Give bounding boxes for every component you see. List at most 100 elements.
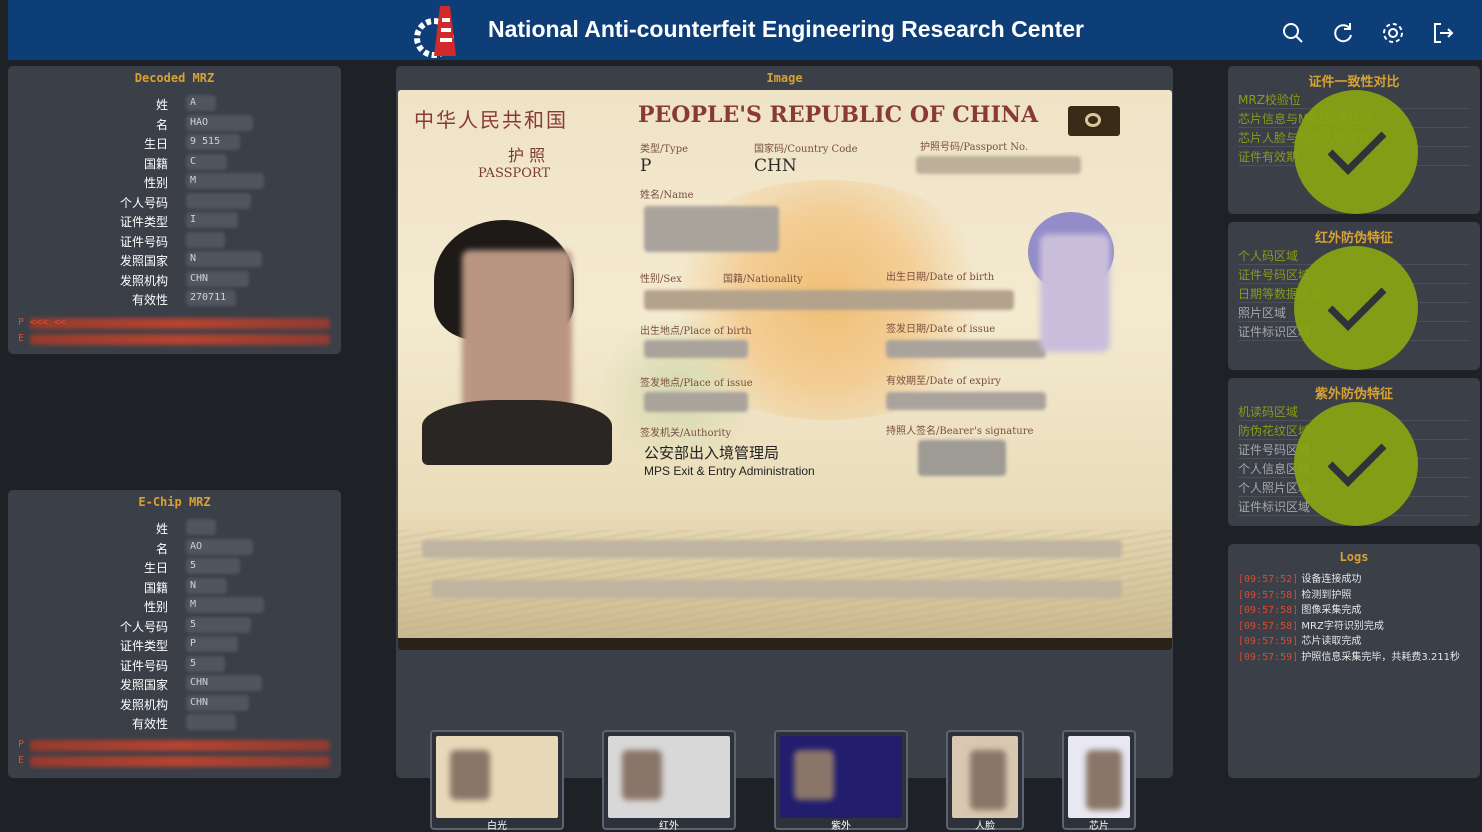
field-row: 发照机构 CHN [8,694,338,713]
field-label: 证件类型 [119,639,168,653]
log-entry: [09:57:58] 图像采集完成 [1238,603,1474,619]
field-value: 9 515 [190,136,221,147]
logo-icon [414,6,456,58]
log-message: 护照信息采集完毕，共耗费3.211秒 [1301,651,1461,663]
field-value: CHN [190,696,209,708]
thumbnail-label: 白光 [487,821,507,832]
field-row: 证件号码 [8,231,338,250]
log-time: [09:57:58] [1238,620,1299,632]
authority-cn: 公安部出入境管理局 [644,444,780,462]
thumbnail[interactable]: 人脸 [946,730,1024,832]
mrz-line-2: E [18,333,25,344]
field-label: 发照机构 [119,273,168,288]
field-row: 证件号码 5 [8,655,338,674]
thumbnail-label: 芯片 [1089,821,1109,832]
log-message: MRZ字符识别完成 [1301,620,1384,632]
logs-panel: Logs [09:57:52] 设备连接成功 [09:57:58] 检测到护照 [0… [1228,544,1480,778]
doi-label: 签发日期/Date of issue [886,324,996,335]
panel-title: Decoded MRZ [134,71,215,85]
field-label: 个人号码 [119,619,168,634]
name-label: 姓名/Name [640,190,694,201]
field-row: 发照国家 CHN [8,674,338,693]
thumbnail[interactable]: 紫外 [774,730,908,832]
thumbnail[interactable]: 红外 [602,730,736,832]
logout-icon[interactable] [1430,20,1456,46]
field-label: 性别 [143,176,168,190]
field-value: CHN [190,677,209,688]
ghost-photo [1024,212,1120,352]
log-time: [09:57:52] [1238,574,1299,585]
field-row: 国籍 N [8,577,338,596]
type-value: P [640,156,652,176]
log-entry: [09:57:59] 芯片读取完成 [1238,634,1474,650]
refresh-icon[interactable] [1330,20,1356,46]
panel-title: 证件一致性对比 [1308,75,1400,90]
thumbnail-label: 紫外 [831,821,851,832]
authority-label: 签发机关/Authority [640,428,732,439]
field-label: 名 [155,117,168,132]
log-message: 设备连接成功 [1301,574,1362,585]
doe-label: 有效期至/Date of expiry [886,376,1001,387]
field-row: 国籍 C [8,153,338,172]
mrz-line-1: P <<< << [18,317,67,328]
pob-label: 出生地点/Place of birth [640,326,752,337]
image-panel: Image 中华人民共和国 PEOPLE'S REPUBLIC OF CHINA… [396,66,1173,832]
thumbnail[interactable]: 白光 [430,730,564,832]
mrz-line-1: P [18,739,25,750]
field-label: 发照机构 [119,697,168,712]
app-header: National Anti-counterfeit Engineering Re… [8,0,1482,60]
field-value: N [190,253,197,264]
app-title: National Anti-counterfeit Engineering Re… [488,16,1084,42]
field-label: 个人号码 [119,195,168,210]
field-row: 证件类型 I [8,211,338,230]
field-row: 名 HAO [8,114,338,133]
field-label: 生日 [143,561,168,575]
chip-icon [1068,106,1120,136]
echip-mrz-panel: E-Chip MRZ 姓名 AO 生日 5 国籍 N 性别 M 个人号码 5 证件类型 P 证件号码 5 发… [8,490,341,778]
field-row: 姓 [8,518,338,537]
field-value: A [190,97,197,108]
field-value: 5 [190,560,197,571]
field-row: 性别 M [8,596,338,615]
thumbnail-label: 红外 [659,821,679,832]
panel-title: Logs [1339,550,1369,564]
field-value: N [190,579,197,591]
field-row: 性别 M [8,172,338,191]
consistency-panel: 证件一致性对比 MRZ校验位芯片信息与MRZ信息比对芯片人脸与照片人脸比对证件有… [1228,66,1480,214]
ir-panel: 红外防伪特征 个人码区域 证件号码区域 日期等数据区域 照片区域 证件标识区域 [1228,222,1480,370]
thumbnail[interactable]: 芯片 [1062,730,1136,832]
field-value: C [190,155,197,167]
doc-title-en: PASSPORT [478,166,551,181]
authority-en: MPS Exit & Entry Administration [644,464,815,478]
field-label: 名 [155,541,168,556]
passport-en-title: PEOPLE'S REPUBLIC OF CHINA [638,102,1039,128]
field-row: 个人号码 5 [8,616,338,635]
settings-icon[interactable] [1380,20,1406,46]
decoded-mrz-panel: Decoded MRZ 姓 A 名 HAO 生日 9 515 国籍 C 性别 M 个人号码 证件类型 I… [8,66,341,354]
passport-image[interactable]: 中华人民共和国 PEOPLE'S REPUBLIC OF CHINA 护 照 P… [398,90,1172,650]
field-label: 证件号码 [119,234,168,249]
country-code-label: 国家码/Country Code [754,144,858,155]
holder-photo [422,220,612,465]
pass-check-icon [1294,246,1418,370]
log-time: [09:57:59] [1238,636,1299,647]
field-label: 性别 [143,600,168,614]
field-row: 有效性 [8,713,338,732]
field-label: 证件号码 [119,658,168,673]
field-row: 个人号码 [8,192,338,211]
field-value: I [190,214,197,225]
field-label: 生日 [143,137,168,151]
uv-panel: 紫外防伪特征 机读码区域 防伪花纹区域 证件号码区域 个人信息区域 个人照片区域 证件标识… [1228,378,1480,526]
field-value: M [190,175,197,186]
search-icon[interactable] [1280,20,1306,46]
mrz-line-2: E [18,755,25,766]
field-label: 姓 [155,522,168,536]
field-value: AO [190,540,203,552]
signature-label: 持照人签名/Bearer's signature [886,426,1034,437]
field-value: M [190,599,197,610]
passport-cn-title: 中华人民共和国 [414,108,568,132]
field-row: 发照国家 N [8,250,338,269]
country-code-value: CHN [754,156,797,176]
pass-check-icon [1294,402,1418,526]
panel-title: E-Chip MRZ [138,495,211,509]
